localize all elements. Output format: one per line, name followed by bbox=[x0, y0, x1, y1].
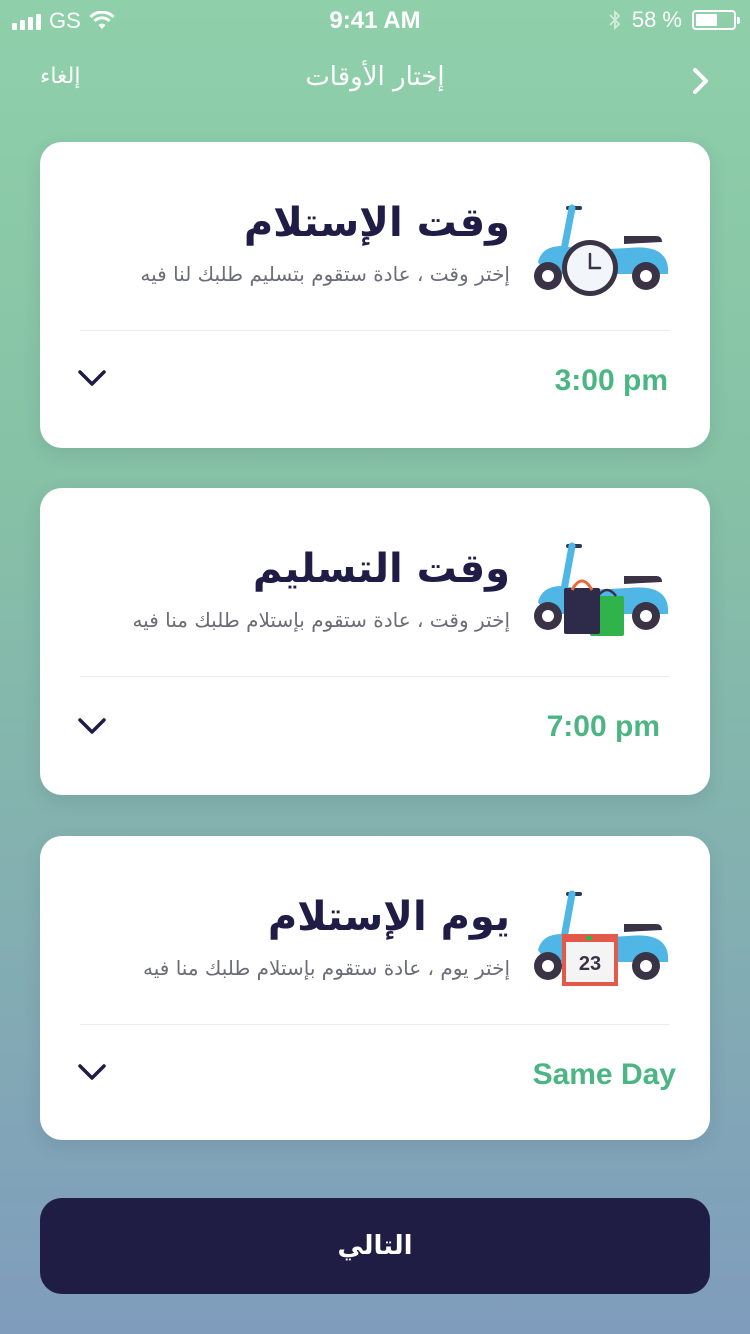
status-right: 58 % bbox=[608, 7, 740, 33]
chevron-right-icon[interactable] bbox=[686, 64, 716, 98]
battery-percent: 58 % bbox=[631, 7, 682, 32]
card-title: يوم الإستلام bbox=[267, 894, 510, 940]
scooter-calendar-illustration: 23 bbox=[534, 890, 668, 986]
card-divider bbox=[80, 676, 670, 677]
nav-bar: إلغاء إختار الأوقات bbox=[0, 56, 750, 106]
battery-icon bbox=[692, 10, 740, 30]
pickup-time-card: وقت الإستلام إختر وقت ، عادة ستقوم بتسلي… bbox=[40, 142, 710, 448]
card-divider bbox=[80, 1024, 670, 1025]
card-subtitle: إختر وقت ، عادة ستقوم بتسليم طلبك لنا في… bbox=[140, 262, 510, 286]
delivery-time-card: وقت التسليم إختر وقت ، عادة ستقوم بإستلا… bbox=[40, 488, 710, 795]
chevron-down-icon[interactable] bbox=[76, 1058, 108, 1084]
scooter-bags-illustration bbox=[534, 542, 668, 636]
selected-time-value[interactable]: 7:00 pm bbox=[547, 710, 660, 744]
pickup-day-card: يوم الإستلام إختر يوم ، عادة ستقوم بإستل… bbox=[40, 836, 710, 1140]
card-subtitle: إختر يوم ، عادة ستقوم بإستلام طلبك منا ف… bbox=[143, 956, 510, 980]
card-subtitle: إختر وقت ، عادة ستقوم بإستلام طلبك منا ف… bbox=[132, 608, 510, 632]
chevron-down-icon[interactable] bbox=[76, 712, 108, 738]
status-bar: GS 9:41 AM 58 % bbox=[0, 0, 750, 40]
card-divider bbox=[80, 330, 670, 331]
scooter-clock-illustration bbox=[534, 204, 668, 296]
calendar-day: 23 bbox=[579, 953, 601, 975]
selected-time-value[interactable]: 3:00 pm bbox=[555, 364, 668, 398]
page-title: إختار الأوقات bbox=[305, 62, 445, 92]
card-title: وقت التسليم bbox=[252, 546, 510, 592]
card-title: وقت الإستلام bbox=[243, 200, 510, 246]
next-button[interactable]: التالي bbox=[40, 1198, 710, 1294]
battery-level bbox=[696, 14, 717, 26]
bluetooth-icon bbox=[609, 9, 621, 31]
chevron-down-icon[interactable] bbox=[76, 364, 108, 390]
selected-day-value[interactable]: Same Day bbox=[533, 1058, 676, 1092]
